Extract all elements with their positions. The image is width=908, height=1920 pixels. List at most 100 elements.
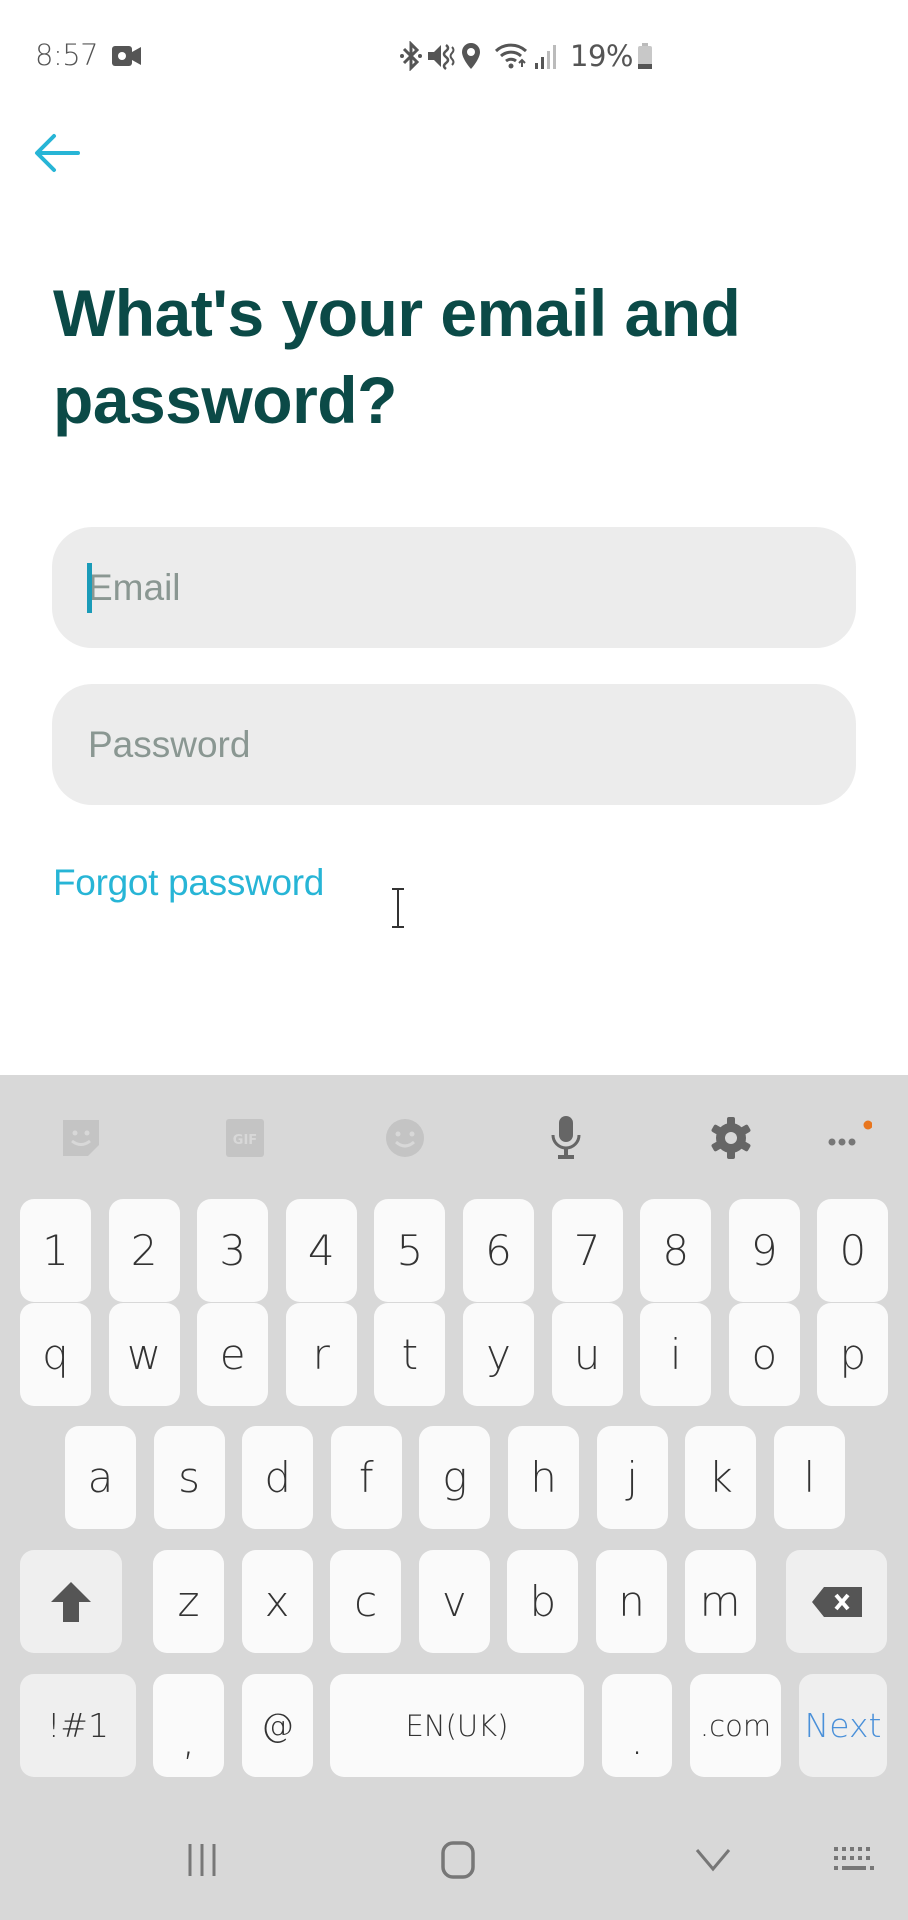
hide-keyboard-icon[interactable] bbox=[683, 1835, 743, 1885]
key-s[interactable]: s bbox=[153, 1426, 225, 1529]
key-label: p bbox=[839, 1330, 867, 1379]
key-a[interactable]: a bbox=[65, 1426, 136, 1529]
key-g[interactable]: g bbox=[419, 1426, 491, 1529]
key-p[interactable]: p bbox=[817, 1303, 889, 1406]
settings-gear-icon[interactable] bbox=[708, 1115, 754, 1161]
key-5[interactable]: 5 bbox=[374, 1199, 446, 1302]
comma-key[interactable]: , bbox=[153, 1674, 224, 1777]
key-z[interactable]: z bbox=[153, 1550, 224, 1653]
key-label: c bbox=[354, 1577, 378, 1626]
gif-icon[interactable]: GIF bbox=[222, 1115, 268, 1161]
key-label: Next bbox=[804, 1706, 882, 1745]
key-6[interactable]: 6 bbox=[463, 1199, 534, 1302]
emoji-icon[interactable] bbox=[382, 1115, 428, 1161]
vibrate-icon bbox=[426, 41, 456, 71]
key-3[interactable]: 3 bbox=[197, 1199, 269, 1302]
key-t[interactable]: t bbox=[374, 1303, 446, 1406]
key-label: 0 bbox=[839, 1226, 867, 1275]
email-field-container bbox=[52, 527, 856, 648]
mouse-ibeam-cursor-icon bbox=[391, 888, 405, 928]
key-h[interactable]: h bbox=[508, 1426, 579, 1529]
key-label: d bbox=[264, 1453, 292, 1502]
text-cursor bbox=[87, 563, 92, 613]
key-r[interactable]: r bbox=[285, 1303, 357, 1406]
space-key[interactable]: EN(UK) bbox=[330, 1674, 584, 1777]
key-label: 7 bbox=[573, 1226, 601, 1275]
back-button[interactable] bbox=[30, 128, 90, 178]
dotcom-key[interactable]: .com bbox=[690, 1674, 781, 1777]
key-label: q bbox=[42, 1330, 69, 1379]
backspace-icon bbox=[811, 1586, 862, 1617]
key-label: b bbox=[529, 1577, 557, 1626]
key-9[interactable]: 9 bbox=[728, 1199, 800, 1302]
key-label: @ bbox=[261, 1706, 294, 1745]
key-label: .com bbox=[699, 1708, 772, 1743]
key-8[interactable]: 8 bbox=[640, 1199, 712, 1302]
at-key[interactable]: @ bbox=[242, 1674, 313, 1777]
key-j[interactable]: j bbox=[596, 1426, 668, 1529]
key-label: n bbox=[618, 1577, 645, 1626]
arrow-left-icon bbox=[35, 134, 80, 172]
on-screen-keyboard: GIF 1 2 3 4 5 6 7 8 9 0 q w e r t y u i o p a s d f g h j k l z x c v b n m… bbox=[0, 1075, 908, 1920]
microphone-icon[interactable] bbox=[543, 1115, 589, 1161]
key-b[interactable]: b bbox=[507, 1550, 579, 1653]
key-label: r bbox=[312, 1330, 330, 1379]
key-label: v bbox=[441, 1577, 467, 1626]
key-y[interactable]: y bbox=[463, 1303, 534, 1406]
wifi-icon bbox=[494, 41, 530, 71]
key-label: o bbox=[751, 1330, 778, 1379]
key-label: m bbox=[699, 1577, 741, 1626]
page-title: What's your email and password? bbox=[53, 276, 741, 437]
key-label: . bbox=[630, 1715, 644, 1764]
svg-text:GIF: GIF bbox=[233, 1133, 257, 1148]
key-m[interactable]: m bbox=[684, 1550, 756, 1653]
key-w[interactable]: w bbox=[108, 1303, 180, 1406]
key-i[interactable]: i bbox=[640, 1303, 712, 1406]
key-q[interactable]: q bbox=[20, 1303, 91, 1406]
period-key[interactable]: . bbox=[602, 1674, 672, 1777]
key-label: e bbox=[219, 1330, 246, 1379]
key-label: l bbox=[803, 1453, 816, 1502]
key-o[interactable]: o bbox=[728, 1303, 800, 1406]
key-label: EN(UK) bbox=[405, 1708, 509, 1743]
key-d[interactable]: d bbox=[242, 1426, 314, 1529]
forgot-password-link[interactable]: Forgot password bbox=[53, 862, 324, 904]
signal-icon bbox=[534, 41, 558, 71]
symbols-key[interactable]: !#1 bbox=[20, 1674, 136, 1777]
sticker-icon[interactable] bbox=[58, 1115, 104, 1161]
key-l[interactable]: l bbox=[773, 1426, 845, 1529]
key-label: 6 bbox=[485, 1226, 512, 1275]
key-2[interactable]: 2 bbox=[108, 1199, 180, 1302]
battery-icon bbox=[637, 41, 653, 71]
key-0[interactable]: 0 bbox=[817, 1199, 889, 1302]
key-k[interactable]: k bbox=[685, 1426, 757, 1529]
key-label: t bbox=[401, 1330, 419, 1379]
key-n[interactable]: n bbox=[596, 1550, 667, 1653]
backspace-key[interactable] bbox=[786, 1550, 887, 1653]
key-4[interactable]: 4 bbox=[285, 1199, 357, 1302]
key-f[interactable]: f bbox=[330, 1426, 402, 1529]
key-label: z bbox=[177, 1577, 200, 1626]
next-key[interactable]: Next bbox=[799, 1674, 887, 1777]
key-x[interactable]: x bbox=[241, 1550, 313, 1653]
key-v[interactable]: v bbox=[418, 1550, 490, 1653]
more-options-icon[interactable] bbox=[826, 1115, 872, 1161]
key-c[interactable]: c bbox=[330, 1550, 402, 1653]
bluetooth-icon bbox=[400, 41, 422, 71]
navigation-bar bbox=[0, 1795, 908, 1920]
key-label: w bbox=[126, 1330, 162, 1379]
key-1[interactable]: 1 bbox=[20, 1199, 91, 1302]
home-icon[interactable] bbox=[428, 1835, 488, 1885]
key-label: a bbox=[87, 1453, 114, 1502]
key-u[interactable]: u bbox=[551, 1303, 623, 1406]
status-icons: 19% bbox=[400, 38, 653, 74]
key-e[interactable]: e bbox=[197, 1303, 269, 1406]
shift-key[interactable] bbox=[20, 1550, 122, 1653]
email-input[interactable] bbox=[52, 527, 856, 648]
password-input[interactable] bbox=[52, 684, 856, 805]
recent-apps-icon[interactable] bbox=[172, 1835, 232, 1885]
key-label: f bbox=[358, 1453, 374, 1502]
keyboard-switch-icon[interactable] bbox=[824, 1835, 884, 1885]
key-7[interactable]: 7 bbox=[551, 1199, 623, 1302]
shift-arrow-icon bbox=[51, 1581, 91, 1622]
